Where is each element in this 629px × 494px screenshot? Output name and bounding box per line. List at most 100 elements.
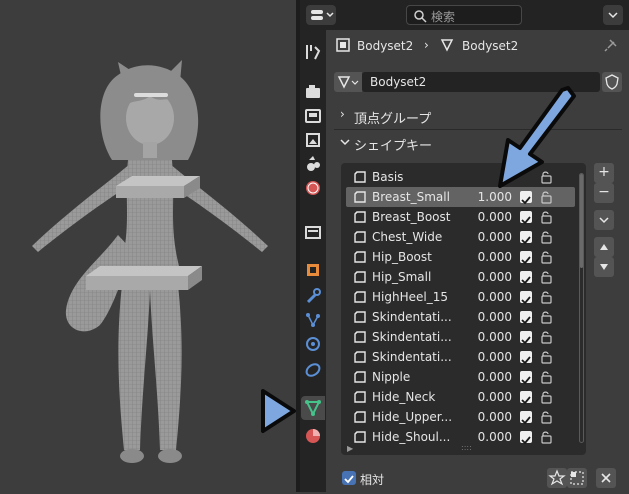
shape-key-value[interactable]: 0.000 <box>458 290 512 304</box>
shape-key-mute-checkbox[interactable] <box>520 251 532 265</box>
move-down-button[interactable] <box>594 257 614 277</box>
lock-icon[interactable] <box>539 370 553 384</box>
shape-key-row[interactable]: Nipple 0.000 <box>346 367 575 387</box>
lock-icon[interactable] <box>539 310 553 324</box>
list-resize-grip-icon[interactable]: :::: <box>461 443 472 452</box>
shape-key-name[interactable]: Skindentati... <box>372 330 456 344</box>
shape-key-value[interactable]: 0.000 <box>458 230 512 244</box>
shape-key-lock-button[interactable] <box>547 468 567 488</box>
lock-icon[interactable] <box>539 210 553 224</box>
list-filter-toggle-icon[interactable]: ▶ <box>347 444 353 453</box>
tab-modifiers[interactable] <box>301 284 325 308</box>
clear-shape-keys-button[interactable] <box>596 468 616 488</box>
browse-mesh-button[interactable] <box>334 72 362 92</box>
remove-shape-key-button[interactable]: − <box>594 183 614 203</box>
shape-keys-list[interactable]: Basis Breast_Small 1.000 Breast_Boost 0.000 C… <box>341 163 586 455</box>
scrollbar-thumb[interactable] <box>580 174 583 268</box>
tab-material[interactable] <box>301 424 325 448</box>
shape-key-name[interactable]: Hide_Neck <box>372 390 456 404</box>
shape-key-value[interactable]: 0.000 <box>458 370 512 384</box>
tab-particles[interactable] <box>301 308 325 332</box>
shape-key-mute-checkbox[interactable] <box>520 231 532 245</box>
lock-icon[interactable] <box>539 350 553 364</box>
shape-key-mute-checkbox[interactable] <box>520 311 532 325</box>
shape-key-name[interactable]: Breast_Small <box>372 190 456 204</box>
tab-scene[interactable] <box>301 152 325 176</box>
breadcrumb-object[interactable]: Bodyset2 <box>357 39 413 53</box>
shape-key-row[interactable]: Breast_Boost 0.000 <box>346 207 575 227</box>
shape-key-value[interactable]: 0.000 <box>458 410 512 424</box>
shape-key-name[interactable]: Chest_Wide <box>372 230 456 244</box>
shape-key-row[interactable]: Chest_Wide 0.000 <box>346 227 575 247</box>
lock-icon[interactable] <box>539 270 553 284</box>
shape-key-row[interactable]: HighHeel_15 0.000 <box>346 287 575 307</box>
options-dropdown-button[interactable] <box>603 5 623 25</box>
shape-key-name[interactable]: Nipple <box>372 370 456 384</box>
tab-tool[interactable] <box>301 40 325 64</box>
shape-key-name[interactable]: Hide_Shoul... <box>372 430 456 444</box>
tab-constraints[interactable] <box>301 358 325 382</box>
shape-key-mute-checkbox[interactable] <box>520 371 532 385</box>
shape-key-name[interactable]: Hide_Upper... <box>372 410 456 424</box>
pin-icon[interactable] <box>604 38 618 52</box>
shape-key-name[interactable]: Skindentati... <box>372 350 456 364</box>
shape-key-row[interactable]: Hide_Upper... 0.000 <box>346 407 575 427</box>
lock-icon[interactable] <box>539 290 553 304</box>
shape-key-mute-checkbox[interactable] <box>520 211 532 225</box>
shape-key-name[interactable]: Hip_Small <box>372 270 456 284</box>
shape-key-name[interactable]: Hip_Boost <box>372 250 456 264</box>
lock-icon[interactable] <box>539 250 553 264</box>
shape-key-value[interactable]: 0.000 <box>458 350 512 364</box>
relative-checkbox[interactable] <box>342 471 356 485</box>
shape-key-value[interactable]: 0.000 <box>458 270 512 284</box>
lock-icon[interactable] <box>539 230 553 244</box>
lock-icon[interactable] <box>539 410 553 424</box>
shape-key-mute-checkbox[interactable] <box>520 331 532 345</box>
lock-icon[interactable] <box>539 330 553 344</box>
shape-key-name[interactable]: Basis <box>372 170 456 184</box>
shape-key-value[interactable]: 0.000 <box>458 310 512 324</box>
shape-key-value[interactable]: 0.000 <box>458 210 512 224</box>
tab-view-layer[interactable] <box>301 128 325 152</box>
lock-icon[interactable] <box>539 430 553 444</box>
shape-key-name[interactable]: HighHeel_15 <box>372 290 456 304</box>
tab-render[interactable] <box>301 80 325 104</box>
tab-output[interactable] <box>301 104 325 128</box>
shape-key-mute-checkbox[interactable] <box>520 351 532 365</box>
fake-user-button[interactable] <box>602 72 622 92</box>
mesh-name-value: Bodyset2 <box>370 75 427 89</box>
3d-viewport[interactable] <box>0 0 296 492</box>
add-shape-key-button[interactable]: + <box>594 163 614 183</box>
tab-physics[interactable] <box>301 332 325 356</box>
tab-collection[interactable] <box>301 220 325 244</box>
shape-key-icon <box>354 411 366 423</box>
shape-key-value[interactable]: 0.000 <box>458 390 512 404</box>
shape-key-row[interactable]: Skindentati... 0.000 <box>346 347 575 367</box>
lock-icon[interactable] <box>539 390 553 404</box>
shape-key-specials-button[interactable] <box>594 210 614 230</box>
shape-key-row[interactable]: Skindentati... 0.000 <box>346 327 575 347</box>
shape-key-row[interactable]: Hip_Small 0.000 <box>346 267 575 287</box>
shape-key-row[interactable]: Hide_Neck 0.000 <box>346 387 575 407</box>
shape-key-edit-mode-button[interactable] <box>567 468 587 488</box>
shape-key-mute-checkbox[interactable] <box>520 431 532 445</box>
tab-world[interactable] <box>301 176 325 200</box>
breadcrumb-mesh[interactable]: Bodyset2 <box>462 39 518 53</box>
shape-key-value[interactable]: 0.000 <box>458 330 512 344</box>
shape-key-row[interactable]: Skindentati... 0.000 <box>346 307 575 327</box>
shape-key-mute-checkbox[interactable] <box>520 391 532 405</box>
tab-data[interactable] <box>301 396 325 420</box>
tab-object[interactable] <box>301 258 325 282</box>
list-scrollbar[interactable] <box>579 173 584 443</box>
shape-key-mute-checkbox[interactable] <box>520 411 532 425</box>
shape-key-row[interactable]: Hip_Boost 0.000 <box>346 247 575 267</box>
shape-key-mute-checkbox[interactable] <box>520 291 532 305</box>
shape-key-mute-checkbox[interactable] <box>520 271 532 285</box>
shape-key-value[interactable]: 0.000 <box>458 430 512 444</box>
editor-type-button[interactable] <box>306 5 336 25</box>
shape-key-name[interactable]: Breast_Boost <box>372 210 456 224</box>
shape-key-value[interactable]: 0.000 <box>458 250 512 264</box>
shape-key-name[interactable]: Skindentati... <box>372 310 456 324</box>
search-input[interactable]: 検索 <box>406 5 522 25</box>
move-up-button[interactable] <box>594 237 614 257</box>
